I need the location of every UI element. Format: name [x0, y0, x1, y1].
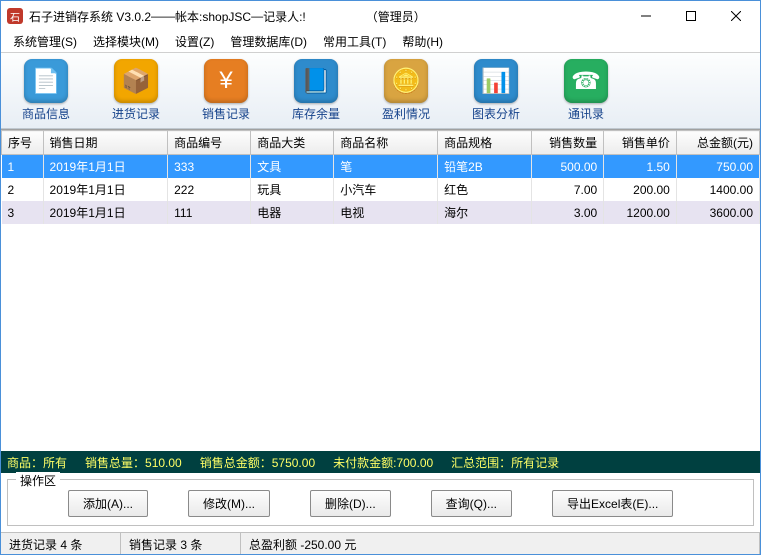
toolbar-库存余量[interactable]: 📘 库存余量 [281, 59, 351, 122]
cell-no: 2 [2, 178, 44, 201]
col-header[interactable]: 序号 [2, 131, 44, 155]
query-button[interactable]: 查询(Q)... [431, 490, 512, 517]
menu-item-5[interactable]: 帮助(H) [394, 31, 451, 52]
toolbar-icon-2: ¥ [204, 59, 248, 103]
cell-code: 111 [168, 201, 251, 224]
table-row[interactable]: 32019年1月1日111电器电视海尔3.001200.003600.00 [2, 201, 760, 224]
toolbar-商品信息[interactable]: 📄 商品信息 [11, 59, 81, 122]
app-icon: 石 [7, 8, 23, 24]
summary-unpaid: 未付款金额:700.00 [333, 454, 433, 471]
statusbar: 进货记录 4 条 销售记录 3 条 总盈利额 -250.00 元 [1, 532, 760, 554]
menu-item-1[interactable]: 选择模块(M) [85, 31, 167, 52]
cell-date: 2019年1月1日 [43, 201, 168, 224]
cell-qty: 500.00 [531, 155, 604, 179]
cell-no: 1 [2, 155, 44, 179]
col-header[interactable]: 商品编号 [168, 131, 251, 155]
cell-date: 2019年1月1日 [43, 178, 168, 201]
cell-spec: 铅笔2B [438, 155, 531, 179]
titlebar: 石 石子进销存系统 V3.0.2 —— 帐本:shopJSC — 记录人:! （… [1, 1, 760, 31]
sales-grid[interactable]: 序号销售日期商品编号商品大类商品名称商品规格销售数量销售单价总金额(元) 120… [1, 129, 760, 451]
toolbar-图表分析[interactable]: 📊 图表分析 [461, 59, 531, 122]
cell-spec: 红色 [438, 178, 531, 201]
status-profit: 总盈利额 -250.00 元 [241, 533, 760, 554]
table-row[interactable]: 12019年1月1日333文具笔铅笔2B500.001.50750.00 [2, 155, 760, 179]
cell-spec: 海尔 [438, 201, 531, 224]
summary-amount: 销售总金额：5750.00 [200, 454, 315, 471]
menubar: 系统管理(S)选择模块(M)设置(Z)管理数据库(D)常用工具(T)帮助(H) [1, 31, 760, 53]
cell-cat: 文具 [251, 155, 334, 179]
cell-name: 电视 [334, 201, 438, 224]
maximize-button[interactable] [668, 2, 713, 30]
toolbar-进货记录[interactable]: 📦 进货记录 [101, 59, 171, 122]
col-header[interactable]: 商品名称 [334, 131, 438, 155]
toolbar-label: 库存余量 [292, 105, 340, 122]
summary-qty: 销售总量：510.00 [85, 454, 182, 471]
cell-total: 3600.00 [676, 201, 759, 224]
app-window: 石 石子进销存系统 V3.0.2 —— 帐本:shopJSC — 记录人:! （… [0, 0, 761, 555]
export-button[interactable]: 导出Excel表(E)... [552, 490, 673, 517]
cell-code: 333 [168, 155, 251, 179]
menu-item-0[interactable]: 系统管理(S) [5, 31, 85, 52]
cell-price: 1200.00 [604, 201, 677, 224]
app-title: 石子进销存系统 V3.0.2 [29, 8, 151, 25]
toolbar-label: 图表分析 [472, 105, 520, 122]
close-button[interactable] [713, 2, 758, 30]
toolbar-label: 盈利情况 [382, 105, 430, 122]
toolbar-label: 商品信息 [22, 105, 70, 122]
summary-product: 商品：所有 [7, 454, 67, 471]
minimize-button[interactable] [623, 2, 668, 30]
cell-qty: 3.00 [531, 201, 604, 224]
toolbar-盈利情况[interactable]: 🪙 盈利情况 [371, 59, 441, 122]
toolbar-icon-6: ☎ [564, 59, 608, 103]
cell-total: 1400.00 [676, 178, 759, 201]
cell-total: 750.00 [676, 155, 759, 179]
toolbar-icon-3: 📘 [294, 59, 338, 103]
status-out: 销售记录 3 条 [121, 533, 241, 554]
ops-panel: 操作区 添加(A)...修改(M)...删除(D)...查询(Q)...导出Ex… [7, 479, 754, 526]
add-button[interactable]: 添加(A)... [68, 490, 148, 517]
cell-date: 2019年1月1日 [43, 155, 168, 179]
cell-name: 笔 [334, 155, 438, 179]
summary-scope: 汇总范围：所有记录 [451, 454, 559, 471]
menu-item-2[interactable]: 设置(Z) [167, 31, 222, 52]
ops-legend: 操作区 [16, 472, 60, 489]
col-header[interactable]: 销售日期 [43, 131, 168, 155]
col-header[interactable]: 商品大类 [251, 131, 334, 155]
toolbar-label: 通讯录 [568, 105, 604, 122]
menu-item-3[interactable]: 管理数据库(D) [222, 31, 315, 52]
col-header[interactable]: 商品规格 [438, 131, 531, 155]
account-label: 帐本:shopJSC [175, 8, 251, 25]
toolbar-销售记录[interactable]: ¥ 销售记录 [191, 59, 261, 122]
toolbar: 📄 商品信息 📦 进货记录 ¥ 销售记录 📘 库存余量 🪙 盈利情况 📊 图表分析 ☎ 通讯录 [1, 53, 760, 129]
role-label: （管理员） [366, 8, 426, 25]
cell-price: 1.50 [604, 155, 677, 179]
grid-header-row: 序号销售日期商品编号商品大类商品名称商品规格销售数量销售单价总金额(元) [2, 131, 760, 155]
edit-button[interactable]: 修改(M)... [188, 490, 270, 517]
toolbar-通讯录[interactable]: ☎ 通讯录 [551, 59, 621, 122]
table-row[interactable]: 22019年1月1日222玩具小汽车红色7.00200.001400.00 [2, 178, 760, 201]
toolbar-label: 进货记录 [112, 105, 160, 122]
cell-cat: 玩具 [251, 178, 334, 201]
cell-qty: 7.00 [531, 178, 604, 201]
toolbar-label: 销售记录 [202, 105, 250, 122]
recorder-label: 记录人:! [263, 8, 306, 25]
toolbar-icon-0: 📄 [24, 59, 68, 103]
toolbar-icon-4: 🪙 [384, 59, 428, 103]
status-in: 进货记录 4 条 [1, 533, 121, 554]
cell-price: 200.00 [604, 178, 677, 201]
col-header[interactable]: 总金额(元) [676, 131, 759, 155]
delete-button[interactable]: 删除(D)... [310, 490, 391, 517]
cell-cat: 电器 [251, 201, 334, 224]
menu-item-4[interactable]: 常用工具(T) [315, 31, 394, 52]
toolbar-icon-5: 📊 [474, 59, 518, 103]
cell-code: 222 [168, 178, 251, 201]
cell-no: 3 [2, 201, 44, 224]
col-header[interactable]: 销售单价 [604, 131, 677, 155]
toolbar-icon-1: 📦 [114, 59, 158, 103]
summary-bar: 商品：所有 销售总量：510.00 销售总金额：5750.00 未付款金额:70… [1, 451, 760, 473]
col-header[interactable]: 销售数量 [531, 131, 604, 155]
cell-name: 小汽车 [334, 178, 438, 201]
